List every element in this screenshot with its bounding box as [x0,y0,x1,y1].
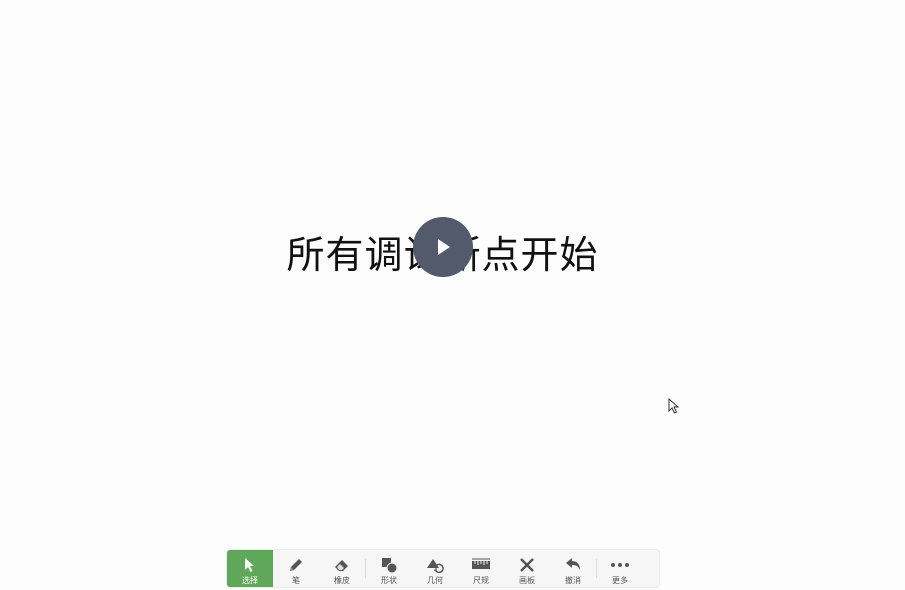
board-tool-label: 画板 [519,576,535,585]
undo-button[interactable]: 撤消 [550,550,596,587]
undo-icon [563,556,583,574]
whiteboard-canvas[interactable]: 所有调试断点开始 选择 笔 [0,0,905,590]
more-button[interactable]: 更多 [597,550,643,587]
shape-tool-label: 形状 [381,576,397,585]
play-button[interactable] [413,217,473,277]
play-icon [438,239,450,255]
more-label: 更多 [612,576,628,585]
ruler-tool-button[interactable]: 尺规 [458,550,504,587]
eraser-tool-label: 橡皮 [334,576,350,585]
pointer-icon [240,556,260,574]
undo-label: 撤消 [565,576,581,585]
eraser-tool-button[interactable]: 橡皮 [319,550,365,587]
pen-tool-label: 笔 [292,576,300,585]
geometry-icon [425,556,445,574]
select-tool-label: 选择 [242,576,258,585]
compass-icon [517,556,537,574]
ruler-tool-label: 尺规 [473,576,489,585]
pen-tool-button[interactable]: 笔 [273,550,319,587]
pen-icon [286,556,306,574]
more-icon [610,556,630,574]
geometry-tool-label: 几何 [427,576,443,585]
shape-tool-button[interactable]: 形状 [366,550,412,587]
board-tool-button[interactable]: 画板 [504,550,550,587]
mouse-cursor-icon [668,398,680,414]
shape-icon [379,556,399,574]
ruler-icon [471,556,491,574]
select-tool-button[interactable]: 选择 [227,550,273,587]
eraser-icon [332,556,352,574]
bottom-toolbar: 选择 笔 橡皮 形状 几何 尺规 画板 撤消 更多 [226,549,660,588]
geometry-tool-button[interactable]: 几何 [412,550,458,587]
